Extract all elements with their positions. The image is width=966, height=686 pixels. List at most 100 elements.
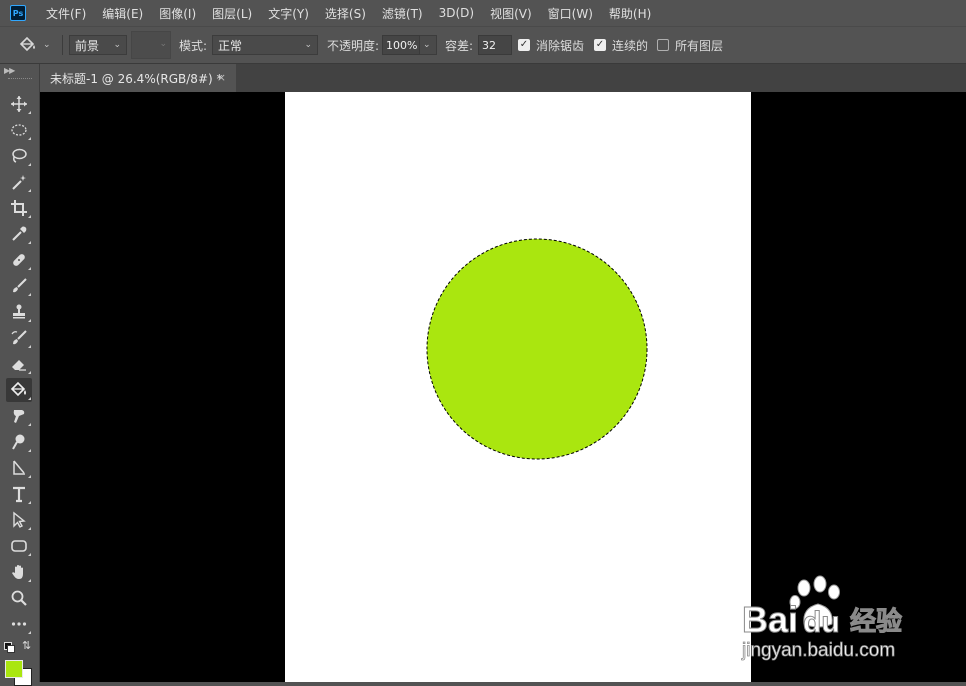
opacity-input[interactable]: 100% [382,35,420,55]
foreground-color-swatch[interactable] [5,660,23,678]
mode-value: 正常 [218,38,243,53]
divider [62,35,63,55]
elliptical-marquee-icon [11,124,27,136]
baidu-brand-text-du: du [803,606,840,639]
contiguous-option[interactable]: ✓ 连续的 [594,27,648,63]
dodge-icon [12,434,25,450]
baidu-brand-text: Bai [742,599,798,640]
eraser-tool[interactable] [6,352,32,376]
type-icon [13,486,25,503]
history-brush-tool[interactable] [6,326,32,350]
path-selection-tool[interactable] [6,508,32,532]
panel-collapse-icon[interactable]: ▶▶ [4,66,15,75]
menu-type[interactable]: 文字(Y) [260,5,317,22]
chevron-down-icon: ⌄ [423,40,431,50]
panel-grip[interactable] [8,78,32,81]
paint-bucket-icon [19,36,35,52]
pen-icon [13,460,25,475]
menu-filter[interactable]: 滤镜(T) [374,5,431,22]
zoom-icon [11,590,27,606]
zoom-tool[interactable] [6,586,32,610]
paint-bucket-tool[interactable] [6,378,32,402]
more-tools[interactable] [6,612,32,636]
fill-source-dropdown[interactable]: 前景 ⌄ [69,35,127,55]
type-tool[interactable] [6,482,32,506]
magic-wand-tool[interactable] [6,170,32,194]
document-tab-bar: 未标题-1 @ 26.4%(RGB/8#) * × [40,64,966,92]
tolerance-input[interactable]: 32 [478,35,512,55]
menu-select[interactable]: 选择(S) [317,5,374,22]
baidu-jingyan-watermark: Bai du 经验 jingyan.baidu.com [741,575,903,661]
move-tool[interactable] [6,92,32,116]
antialias-label: 消除锯齿 [536,38,585,53]
move-icon [11,96,27,112]
paint-bucket-icon [10,381,26,397]
smudge-icon [13,410,25,423]
brush-tool[interactable] [6,274,32,298]
eyedropper-tool[interactable] [6,222,32,246]
more-horizontal-icon [11,622,27,626]
magic-wand-icon [12,175,26,190]
document-canvas[interactable] [285,92,751,682]
menu-window[interactable]: 窗口(W) [540,5,601,22]
contiguous-label: 连续的 [612,38,649,53]
jingyan-text: 经验 [850,606,902,637]
opacity-slider-button[interactable]: ⌄ [420,35,437,55]
bandage-icon [13,254,25,266]
tools-panel: ▶▶ ⇅ [0,64,40,682]
healing-brush-tool[interactable] [6,248,32,272]
brush-icon [13,278,27,293]
document-tab[interactable]: 未标题-1 @ 26.4%(RGB/8#) * × [40,64,236,92]
tolerance-label: 容差: [445,38,474,53]
chevron-down-icon: ⌄ [43,40,51,50]
photoshop-logo: Ps [10,5,26,21]
document-tab-title: 未标题-1 @ 26.4%(RGB/8#) * [50,71,223,86]
all-layers-label: 所有图层 [675,38,724,53]
fill-source-value: 前景 [75,38,100,53]
rectangle-tool[interactable] [6,534,32,558]
filled-circle [427,239,647,459]
options-bar: ⌄ 前景 ⌄ ⌄ 模式: 正常 ⌄ 不透明度: 100% ⌄ 容差: 32 ✓ [0,26,966,64]
antialias-option[interactable]: ✓ 消除锯齿 [518,27,584,63]
antialias-checkbox[interactable]: ✓ [518,39,530,51]
pen-tool[interactable] [6,456,32,480]
menu-view[interactable]: 视图(V) [482,5,540,22]
default-colors-icon[interactable] [4,642,15,653]
canvas-artwork [426,238,648,460]
menu-edit[interactable]: 编辑(E) [94,5,151,22]
contiguous-checkbox[interactable]: ✓ [594,39,606,51]
hand-tool[interactable] [6,560,32,584]
eyedropper-icon [12,226,27,241]
watermark-url: jingyan.baidu.com [741,640,895,661]
menu-image[interactable]: 图像(I) [151,5,204,22]
history-brush-icon [11,330,27,345]
pattern-picker[interactable]: ⌄ [131,31,171,59]
lasso-tool[interactable] [6,144,32,168]
all-layers-option[interactable]: 所有图层 [657,27,723,63]
marquee-tool[interactable] [6,118,32,142]
stamp-tool[interactable] [6,300,32,324]
crop-tool[interactable] [6,196,32,220]
chevron-down-icon: ⌄ [159,39,167,49]
stamp-icon [13,304,25,319]
lasso-icon [12,148,27,163]
crop-icon [11,200,27,216]
smudge-tool[interactable] [6,404,32,428]
chevron-down-icon: ⌄ [304,40,312,50]
mode-dropdown[interactable]: 正常 ⌄ [212,35,318,55]
menu-help[interactable]: 帮助(H) [601,5,659,22]
dodge-tool[interactable] [6,430,32,454]
menu-3d[interactable]: 3D(D) [431,6,482,20]
menu-bar: Ps 文件(F) 编辑(E) 图像(I) 图层(L) 文字(Y) 选择(S) 滤… [0,0,966,26]
all-layers-checkbox[interactable] [657,39,669,51]
hand-icon [12,565,23,579]
opacity-label: 不透明度: [327,38,380,53]
menu-file[interactable]: 文件(F) [38,5,94,22]
mode-label: 模式: [179,38,208,53]
close-icon[interactable]: × [217,71,226,84]
swap-colors-icon[interactable]: ⇅ [22,639,31,652]
menu-layer[interactable]: 图层(L) [204,5,260,22]
chevron-down-icon: ⌄ [113,40,121,50]
arrow-pointer-icon [13,511,26,528]
tool-preset-picker[interactable]: ⌄ [18,27,51,63]
